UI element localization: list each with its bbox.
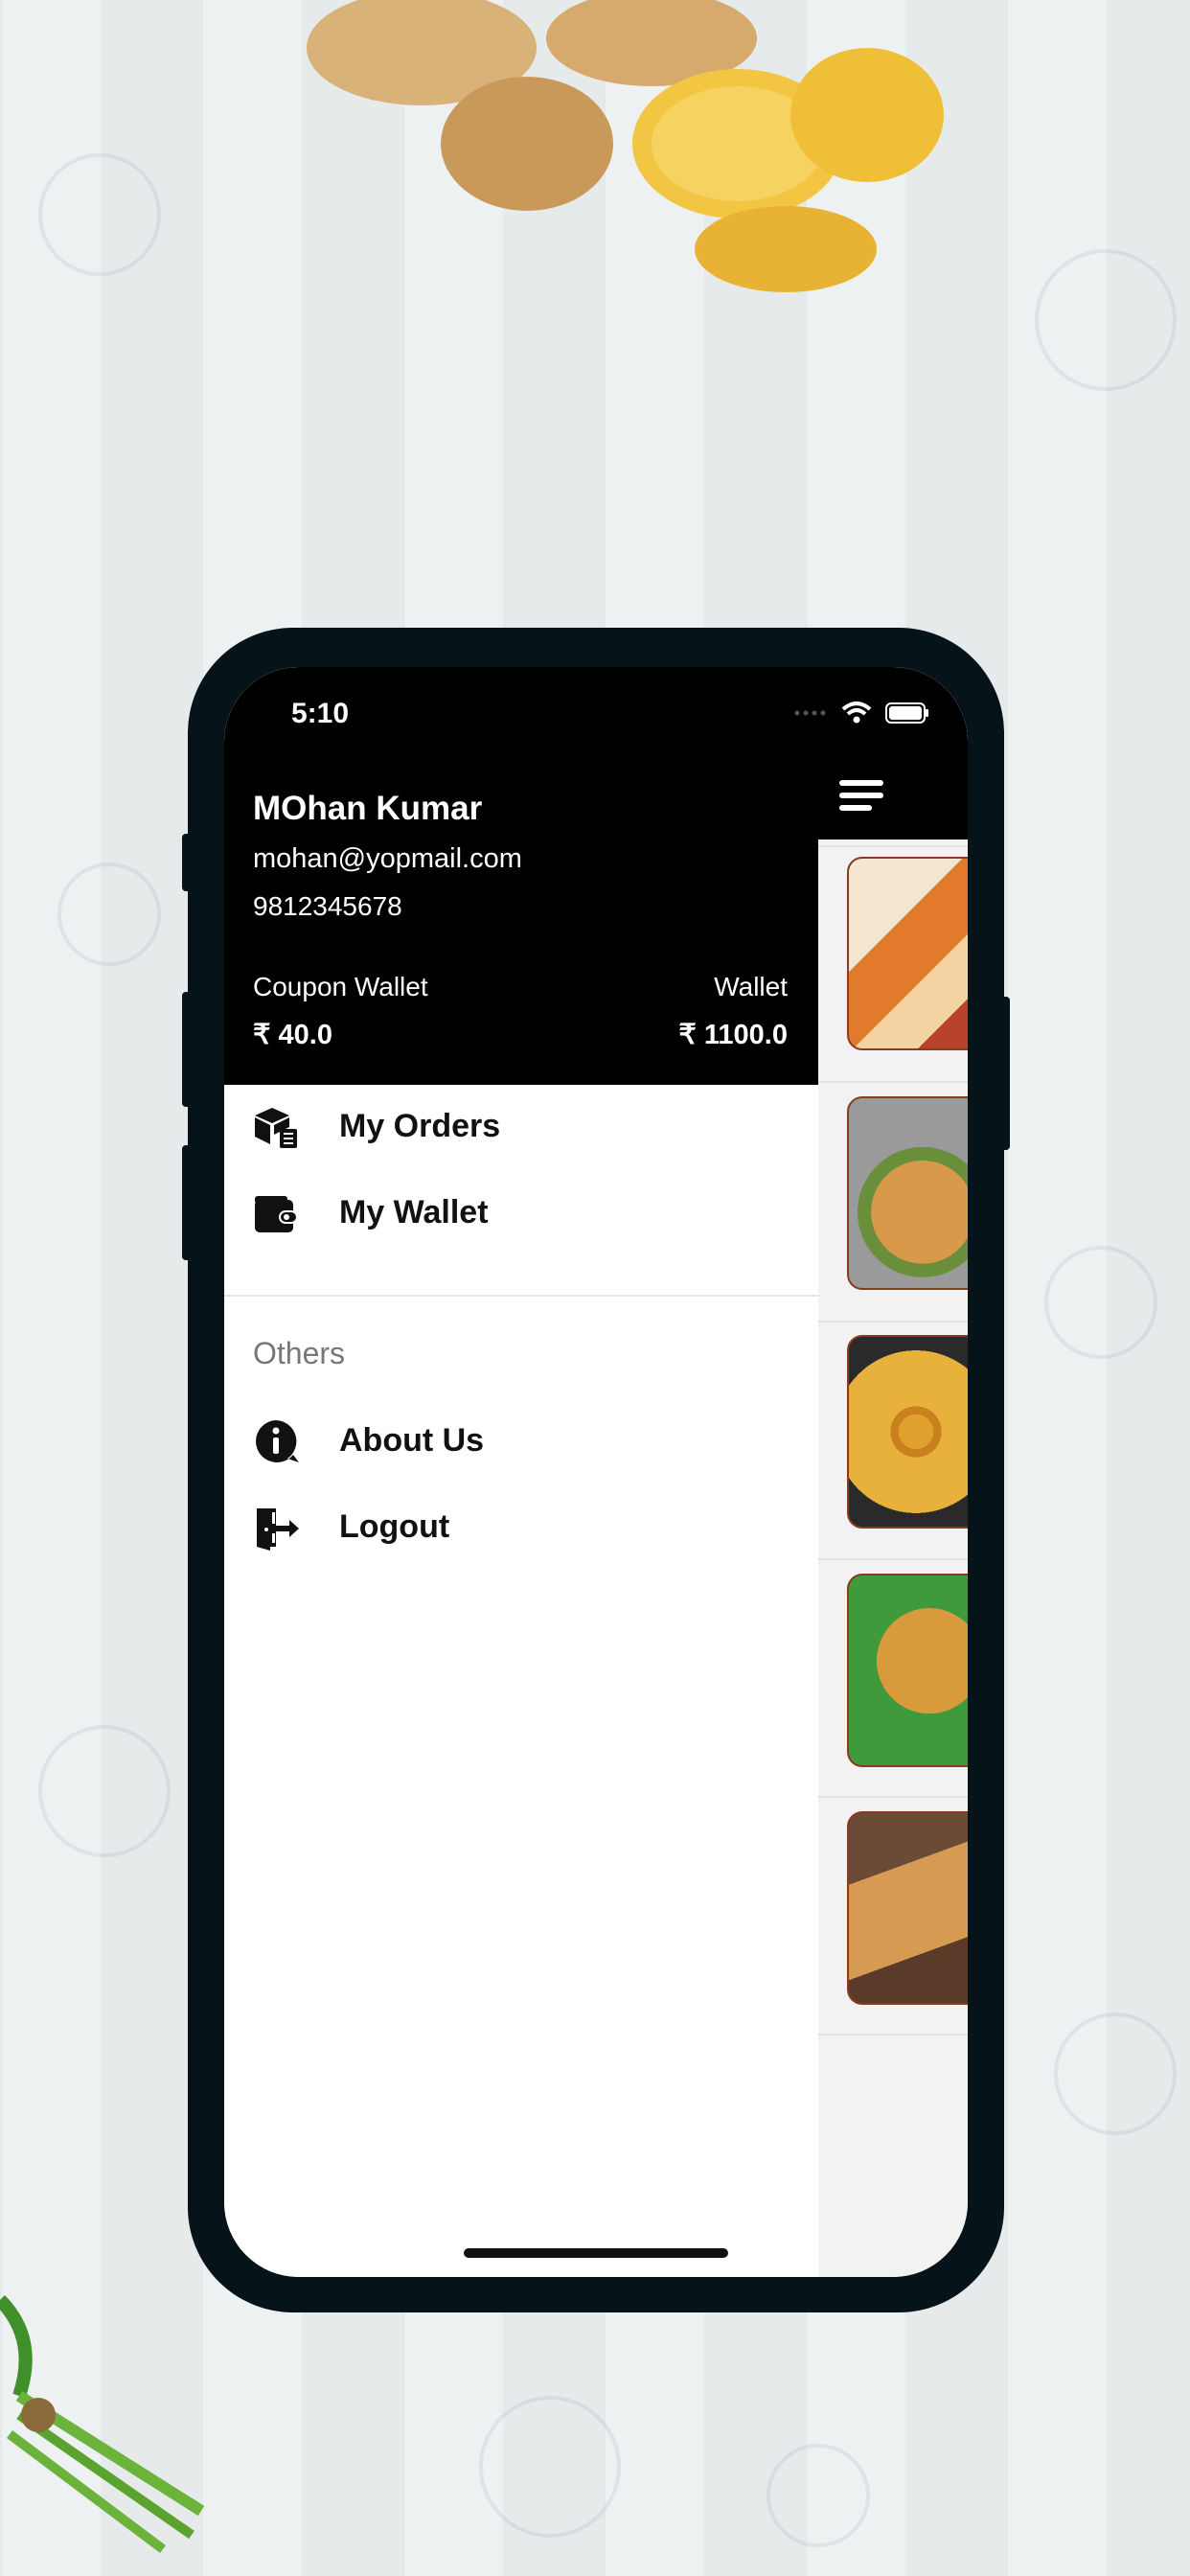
list-divider [818, 1081, 968, 1083]
menu-item-label: Logout [339, 1508, 450, 1545]
side-drawer: MOhan Kumar mohan@yopmail.com 9812345678… [224, 667, 818, 2277]
phone-side-button [182, 834, 192, 891]
food-thumbnail-thali[interactable] [847, 857, 968, 1050]
food-thumbnail-samosa[interactable] [847, 1096, 968, 1290]
menu-item-label: About Us [339, 1422, 485, 1459]
info-icon [256, 1420, 299, 1462]
wallet-label: Wallet [714, 972, 788, 1001]
menu-item-my-orders[interactable]: My Orders [224, 1089, 818, 1165]
list-divider [818, 1796, 968, 1798]
food-thumbnail-dosa[interactable] [847, 1574, 968, 1767]
menu-item-label: My Wallet [339, 1194, 489, 1230]
doodle-circle [38, 153, 161, 276]
phone-side-button [182, 992, 192, 1107]
hamburger-menu-icon[interactable] [839, 780, 887, 815]
menu-divider [224, 1295, 818, 1297]
home-indicator [464, 2248, 728, 2258]
status-bar: 5:10 [224, 667, 968, 763]
food-thumbnail-chole[interactable] [847, 1335, 968, 1529]
others-section-title: Others [253, 1336, 346, 1370]
menu-item-logout[interactable]: Logout [224, 1489, 818, 1566]
app-content-strip [818, 667, 968, 2277]
menu-item-label: My Orders [339, 1108, 501, 1144]
user-name: MOhan Kumar [253, 790, 483, 827]
list-divider [818, 845, 968, 847]
herb-image [0, 2295, 205, 2553]
coupon-wallet-value: ₹ 40.0 [253, 1020, 332, 1050]
user-email: mohan@yopmail.com [253, 843, 522, 874]
doodle-circle [1035, 249, 1177, 391]
doodle-circle [1054, 2012, 1177, 2135]
doodle-circle [1044, 1246, 1157, 1359]
list-divider [818, 1558, 968, 1560]
phone-screen: MOhan Kumar mohan@yopmail.com 9812345678… [224, 667, 968, 2277]
logout-icon [257, 1508, 299, 1551]
food-thumbnail-puff[interactable] [847, 1811, 968, 2005]
menu-item-about-us[interactable]: About Us [224, 1403, 818, 1480]
signal-dots-icon [794, 710, 826, 716]
user-phone: 9812345678 [253, 891, 402, 921]
wallet-icon [255, 1196, 298, 1232]
doodle-circle [57, 862, 161, 966]
list-divider [818, 1321, 968, 1322]
doodle-circle [479, 2396, 621, 2538]
list-divider [818, 2034, 968, 2036]
orders-box-icon [255, 1108, 297, 1148]
ginger-image [307, 0, 944, 292]
battery-icon [885, 702, 928, 724]
phone-side-button [1000, 997, 1010, 1150]
coupon-wallet-label: Coupon Wallet [253, 972, 428, 1001]
wifi-icon [841, 702, 872, 724]
status-time: 5:10 [291, 698, 350, 729]
wallet-value: ₹ 1100.0 [678, 1020, 788, 1050]
doodle-circle [38, 1725, 171, 1857]
phone-side-button [182, 1145, 192, 1260]
menu-item-my-wallet[interactable]: My Wallet [224, 1175, 818, 1252]
doodle-circle [767, 2444, 870, 2547]
status-icons [793, 702, 929, 724]
